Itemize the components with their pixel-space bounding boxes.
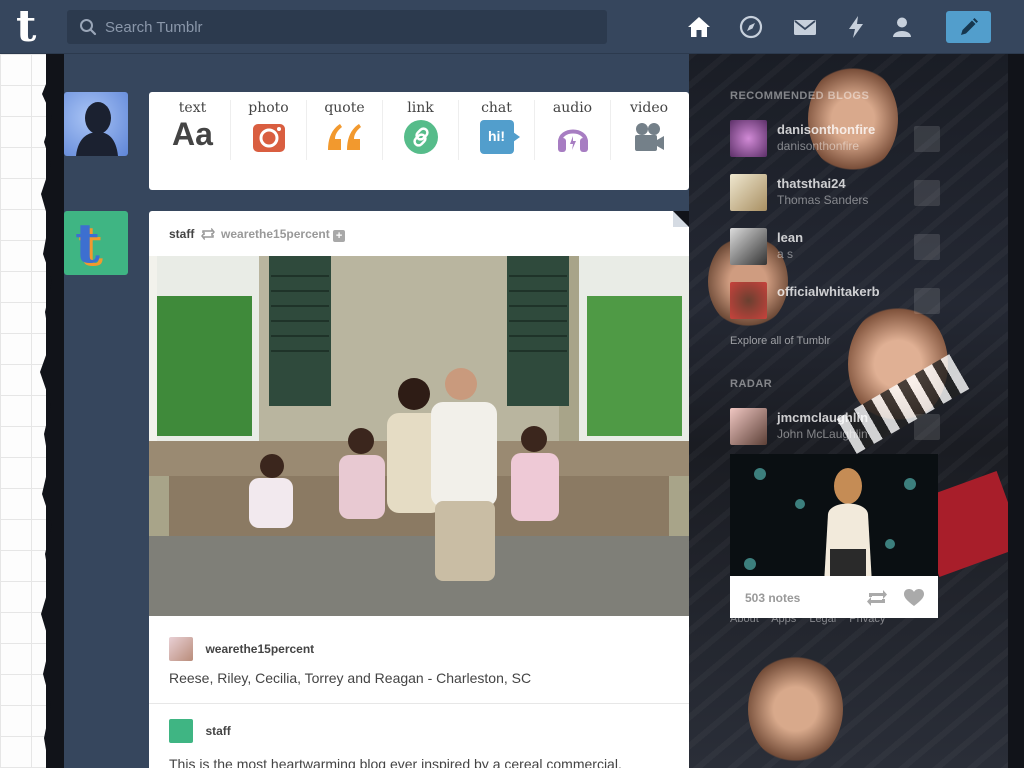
staff-avatar[interactable]: t t — [64, 211, 128, 275]
blog-name: officialwhitakerb — [777, 284, 880, 299]
caption-author-avatar[interactable] — [169, 637, 193, 661]
follow-button[interactable] — [914, 288, 940, 314]
blog-name: jmcmclaughlin — [777, 410, 869, 425]
reblog-icon — [200, 227, 215, 241]
camera-icon — [252, 124, 285, 152]
reblogged-from-link[interactable]: wearethe15percent — [221, 227, 330, 241]
tumblr-logo[interactable]: t — [16, 1, 50, 52]
blog-name: danisonthonfire — [777, 122, 876, 137]
post-type-label: text — [178, 100, 207, 116]
notes-count[interactable]: 503 notes — [745, 591, 800, 605]
blog-avatar — [730, 408, 767, 445]
blog-subtitle: a s — [777, 247, 794, 261]
comment-author-link[interactable]: staff — [205, 724, 230, 738]
explore-link[interactable]: Explore all of Tumblr — [730, 335, 830, 347]
blog-name: lean — [777, 230, 804, 245]
search-icon — [80, 19, 97, 36]
blog-avatar — [730, 120, 767, 157]
follow-button[interactable] — [914, 414, 940, 440]
quote-icon — [327, 124, 361, 150]
silhouette-icon — [76, 102, 118, 156]
blog-name: thatsthai24 — [777, 176, 846, 191]
headphones-icon — [557, 129, 588, 152]
comment-author-avatar[interactable] — [169, 719, 193, 743]
pencil-icon — [961, 18, 978, 35]
post-type-video[interactable]: video — [611, 100, 687, 160]
staff-post: staff wearethe15percent + wearethe15perc… — [149, 211, 689, 768]
post-type-label: audio — [552, 100, 593, 116]
post-divider — [149, 703, 689, 704]
blog-subtitle: danisonthonfire — [777, 139, 860, 153]
radar-blog[interactable]: jmcmclaughlin John McLaughlin — [730, 406, 940, 446]
caption-author-link[interactable]: wearethe15percent — [205, 642, 314, 656]
post-type-quote[interactable]: quote — [307, 100, 383, 160]
activity-icon[interactable] — [843, 14, 869, 40]
post-type-link[interactable]: link — [383, 100, 459, 160]
recommended-blog[interactable]: thatsthai24 Thomas Sanders — [730, 172, 940, 212]
post-comment: This is the most heartwarming blog ever … — [169, 756, 622, 768]
top-navigation-bar: t — [0, 0, 1024, 54]
chat-icon-text: hi! — [487, 128, 506, 144]
text-post-icon: Aa — [172, 116, 213, 152]
search-box[interactable] — [67, 10, 607, 44]
like-heart-icon[interactable] — [904, 589, 924, 607]
post-caption: Reese, Riley, Cecilia, Torrey and Reagan… — [169, 670, 532, 686]
logo-letter: t — [16, 1, 37, 52]
account-icon[interactable] — [889, 14, 915, 40]
post-type-label: video — [629, 100, 669, 116]
video-camera-icon — [635, 123, 664, 151]
caption-author-row: wearethe15percent — [169, 637, 669, 661]
follow-button[interactable] — [914, 234, 940, 260]
post-header: staff wearethe15percent + — [169, 227, 346, 242]
compose-button[interactable] — [946, 11, 991, 43]
recommended-blog[interactable]: lean a s — [730, 226, 940, 266]
post-photo[interactable] — [149, 256, 689, 616]
home-icon[interactable] — [686, 14, 712, 40]
post-author-link[interactable]: staff — [169, 227, 194, 241]
search-input[interactable] — [105, 10, 595, 44]
blog-subtitle: Thomas Sanders — [777, 193, 869, 207]
post-type-chat[interactable]: chat hi! — [459, 100, 535, 160]
post-type-label: photo — [248, 100, 289, 116]
post-type-audio[interactable]: audio — [535, 100, 611, 160]
follow-plus-button[interactable]: + — [333, 230, 346, 242]
comment-author-row: staff — [169, 719, 669, 743]
radar-post-footer: 503 notes — [730, 576, 938, 618]
blog-avatar — [730, 174, 767, 211]
family-photo — [149, 256, 689, 616]
tumblr-t-icon: t t — [75, 211, 103, 275]
link-icon — [403, 120, 438, 154]
blog-subtitle: John McLaughlin — [777, 427, 868, 441]
torn-paper-edge — [40, 54, 58, 768]
reblog-icon[interactable] — [866, 589, 888, 607]
post-type-label: link — [407, 100, 434, 116]
recommended-title: RECOMMENDED BLOGS — [730, 90, 870, 102]
user-avatar[interactable] — [64, 92, 128, 156]
follow-button[interactable] — [914, 180, 940, 206]
radar-title: RADAR — [730, 378, 773, 390]
blog-avatar — [730, 282, 767, 319]
svg-text:t: t — [75, 211, 100, 275]
post-type-label: chat — [481, 100, 512, 116]
sidebar-footer-links[interactable]: About Apps Legal Privacy — [730, 613, 885, 625]
post-type-selector: text Aa photo quote link chat hi! audio … — [149, 92, 689, 190]
recommended-blog[interactable]: officialwhitakerb — [730, 280, 940, 320]
post-type-label: quote — [324, 100, 365, 116]
post-type-photo[interactable]: photo — [231, 100, 307, 160]
sidebar: RECOMMENDED BLOGS danisonthonfire daniso… — [720, 86, 950, 768]
chat-icon: hi! — [479, 120, 520, 154]
post-type-text[interactable]: text Aa — [155, 100, 231, 160]
post-corner-fold — [673, 211, 689, 227]
chat-bubble-tail — [512, 132, 520, 142]
inbox-icon[interactable] — [792, 14, 818, 40]
recommended-blog[interactable]: danisonthonfire danisonthonfire — [730, 118, 940, 158]
blog-avatar — [730, 228, 767, 265]
follow-button[interactable] — [914, 126, 940, 152]
explore-icon[interactable] — [738, 14, 764, 40]
